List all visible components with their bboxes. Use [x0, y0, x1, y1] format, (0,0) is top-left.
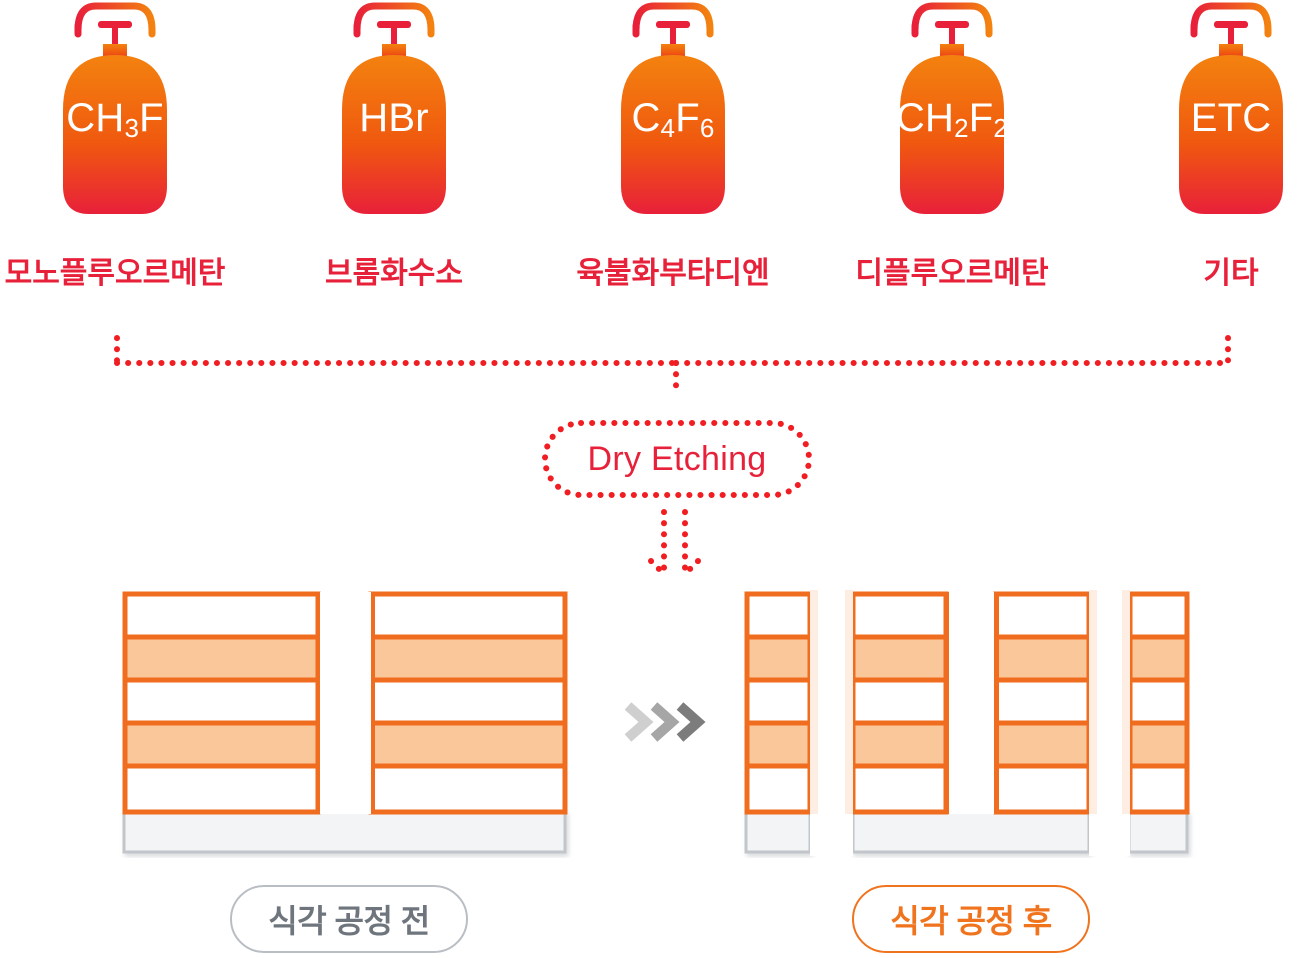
- caption-after-label: 식각 공정 후: [890, 903, 1052, 939]
- gas-label: 육불화부타디엔: [576, 257, 770, 290]
- wafer-pillar-3: [1127, 591, 1190, 815]
- gas-cylinder-item-0[interactable]: CH3F 모노플루오르메탄: [0, 0, 230, 300]
- wafer-pillar-1: [850, 591, 949, 815]
- wafer-stack-right: [368, 591, 568, 815]
- gas-formula: HBr: [359, 96, 429, 140]
- gas-label: 브롬화수소: [325, 257, 463, 290]
- caption-pill-before[interactable]: 식각 공정 전: [230, 885, 468, 953]
- gas-cylinder-item-4[interactable]: ETC 기타: [1116, 0, 1300, 300]
- wafer-after-etching: [744, 590, 1190, 856]
- gas-cylinder-item-3[interactable]: CH2F2 디플루오르메탄: [837, 0, 1067, 300]
- gas-formula: C4F6: [631, 96, 715, 143]
- gas-label: 기타: [1203, 257, 1259, 290]
- wafer-stack-left: [122, 591, 321, 815]
- wafer-pillar-2: [993, 591, 1092, 815]
- wafer-pillar-0: [744, 591, 813, 815]
- triple-chevron-right-icon: [624, 702, 706, 742]
- gas-formula: CH2F2: [895, 96, 1009, 143]
- gas-cylinder-item-1[interactable]: HBr 브롬화수소: [279, 0, 509, 300]
- gas-cylinder-item-2[interactable]: C4F6 육불화부타디엔: [558, 0, 788, 300]
- wafer-trench: [318, 592, 373, 814]
- wafer-substrate: [122, 810, 567, 854]
- gas-label: 모노플루오르메탄: [4, 257, 226, 290]
- wafer-before-etching: [122, 591, 568, 854]
- dotted-arrow-down-icon: [648, 509, 701, 577]
- dry-etching-badge[interactable]: Dry Etching: [541, 419, 813, 499]
- dry-etching-label: Dry Etching: [587, 439, 767, 478]
- gas-label: 디플루오르메탄: [855, 257, 1049, 290]
- diagram-root: CH3F 모노플루오르메탄 HBr 브롬화수소 C4F6 육불화부타디엔 CH2…: [0, 0, 1300, 958]
- gas-formula: CH3F: [66, 96, 164, 143]
- caption-pill-after[interactable]: 식각 공정 후: [852, 885, 1090, 953]
- caption-before-label: 식각 공정 전: [268, 903, 430, 939]
- gas-cylinder-row: CH3F 모노플루오르메탄 HBr 브롬화수소 C4F6 육불화부타디엔 CH2…: [0, 0, 1300, 300]
- wafer-trench: [946, 592, 996, 814]
- gas-formula: ETC: [1190, 96, 1272, 140]
